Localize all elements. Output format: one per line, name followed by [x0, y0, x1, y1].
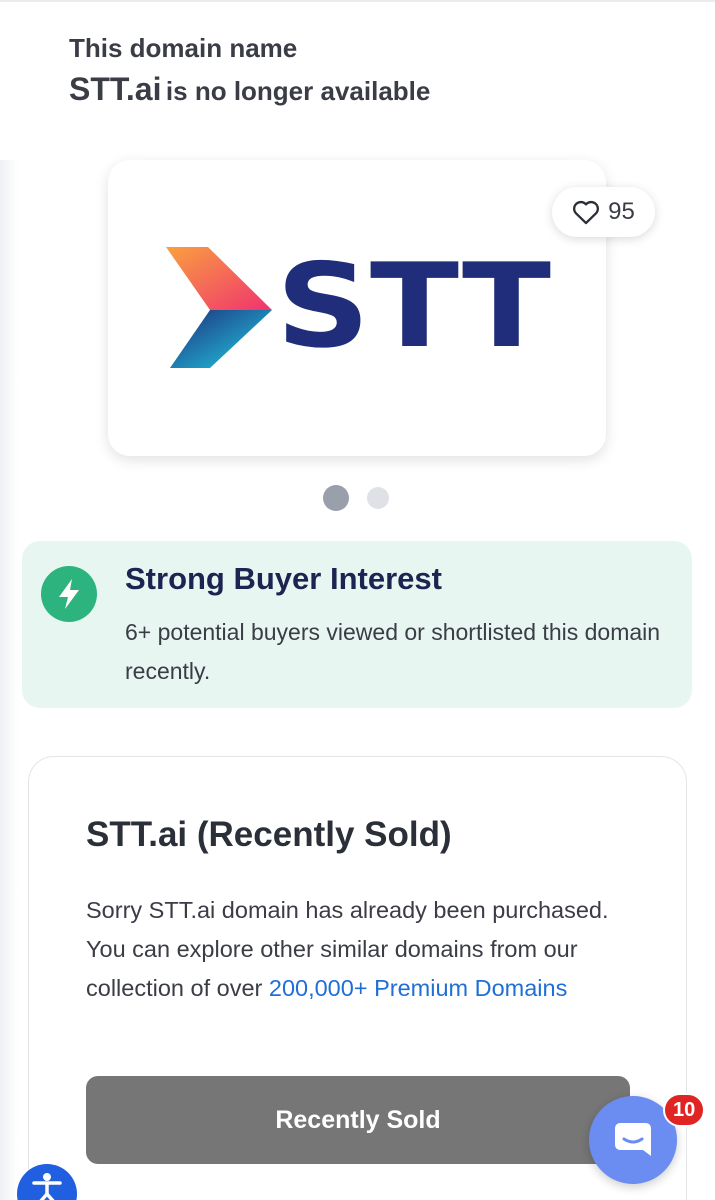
- sold-description: Sorry STT.ai domain has already been pur…: [86, 891, 646, 1008]
- heart-outline-icon: [573, 200, 600, 225]
- accessibility-icon: [32, 1173, 62, 1200]
- heading-domain: STT.ai: [69, 71, 162, 107]
- carousel-dot-active[interactable]: [323, 485, 349, 511]
- carousel-dot[interactable]: [367, 487, 389, 509]
- favorite-button[interactable]: 95: [552, 187, 655, 237]
- left-edge-shadow: [0, 160, 18, 1200]
- interest-title: Strong Buyer Interest: [125, 561, 442, 596]
- chat-unread-badge: 10: [663, 1093, 706, 1127]
- sold-info-card: STT.ai (Recently Sold) Sorry STT.ai doma…: [28, 756, 687, 1200]
- sold-title: STT.ai (Recently Sold): [86, 815, 452, 854]
- domain-logo-card[interactable]: STT: [108, 160, 606, 456]
- recently-sold-button[interactable]: Recently Sold: [86, 1076, 630, 1164]
- interest-description: 6+ potential buyers viewed or shortliste…: [125, 619, 661, 684]
- page-heading: This domain name STT.ai is no longer ava…: [69, 30, 430, 119]
- logo-text: STT: [276, 242, 551, 368]
- premium-domains-link[interactable]: 200,000+ Premium Domains: [269, 975, 567, 1001]
- carousel-pagination: [323, 485, 389, 511]
- heading-status: is no longer available: [165, 76, 431, 106]
- top-divider: [0, 0, 715, 2]
- chat-bubble-icon: [615, 1123, 651, 1156]
- heading-line1: This domain name: [69, 33, 298, 63]
- favorite-count: 95: [608, 198, 635, 225]
- stt-logo: STT: [166, 242, 551, 368]
- lightning-bolt-icon: [41, 566, 97, 622]
- heading-line2: STT.ai is no longer available: [69, 66, 430, 119]
- buyer-interest-banner: Strong Buyer Interest 6+ potential buyer…: [22, 541, 692, 708]
